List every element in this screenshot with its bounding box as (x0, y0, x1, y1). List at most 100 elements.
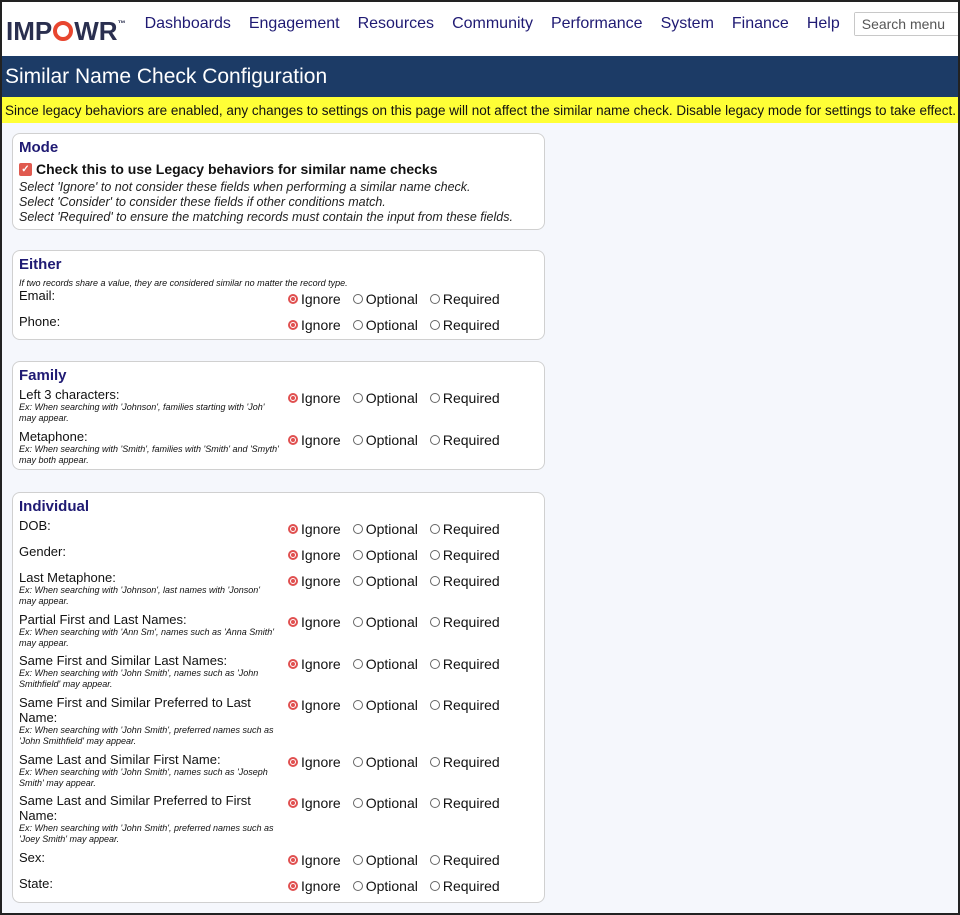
nav-resources[interactable]: Resources (358, 15, 434, 33)
radio-selected-icon[interactable] (288, 617, 298, 627)
radio-option-optional[interactable]: Optional (352, 852, 418, 868)
radio-option-required[interactable]: Required (429, 878, 500, 894)
radio-label: Optional (365, 878, 418, 894)
legacy-mode-checkbox[interactable]: ✓ (19, 162, 32, 176)
radio-unselected-icon[interactable] (352, 393, 363, 403)
radio-selected-icon[interactable] (288, 757, 298, 767)
radio-option-ignore[interactable]: Ignore (288, 878, 341, 894)
radio-option-optional[interactable]: Optional (352, 521, 418, 537)
radio-unselected-icon[interactable] (429, 550, 440, 560)
radio-option-optional[interactable]: Optional (352, 697, 418, 713)
radio-option-required[interactable]: Required (429, 656, 500, 672)
radio-option-required[interactable]: Required (429, 573, 500, 589)
radio-option-required[interactable]: Required (429, 291, 500, 307)
radio-selected-icon[interactable] (288, 393, 298, 403)
radio-selected-icon[interactable] (288, 294, 298, 304)
radio-unselected-icon[interactable] (429, 659, 440, 669)
nav-performance[interactable]: Performance (551, 15, 643, 33)
radio-option-ignore[interactable]: Ignore (288, 795, 341, 811)
radio-selected-icon[interactable] (288, 524, 298, 534)
radio-unselected-icon[interactable] (352, 659, 363, 669)
radio-option-optional[interactable]: Optional (352, 291, 418, 307)
radio-option-required[interactable]: Required (429, 614, 500, 630)
radio-unselected-icon[interactable] (429, 798, 440, 808)
radio-unselected-icon[interactable] (352, 550, 363, 560)
radio-unselected-icon[interactable] (429, 294, 440, 304)
radio-unselected-icon[interactable] (429, 320, 440, 330)
radio-unselected-icon[interactable] (429, 435, 440, 445)
radio-option-optional[interactable]: Optional (352, 390, 418, 406)
radio-option-ignore[interactable]: Ignore (288, 614, 341, 630)
radio-unselected-icon[interactable] (352, 320, 363, 330)
radio-unselected-icon[interactable] (352, 881, 363, 891)
radio-option-optional[interactable]: Optional (352, 547, 418, 563)
radio-option-required[interactable]: Required (429, 754, 500, 770)
radio-selected-icon[interactable] (288, 798, 298, 808)
nav-engagement[interactable]: Engagement (249, 15, 340, 33)
radio-option-ignore[interactable]: Ignore (288, 852, 341, 868)
radio-option-required[interactable]: Required (429, 390, 500, 406)
radio-option-optional[interactable]: Optional (352, 432, 418, 448)
legacy-mode-checkbox-row[interactable]: ✓ Check this to use Legacy behaviors for… (19, 161, 438, 177)
radio-option-ignore[interactable]: Ignore (288, 521, 341, 537)
radio-selected-icon[interactable] (288, 435, 298, 445)
radio-unselected-icon[interactable] (352, 798, 363, 808)
radio-option-optional[interactable]: Optional (352, 573, 418, 589)
radio-option-ignore[interactable]: Ignore (288, 390, 341, 406)
radio-option-ignore[interactable]: Ignore (288, 547, 341, 563)
radio-option-required[interactable]: Required (429, 317, 500, 333)
radio-option-required[interactable]: Required (429, 697, 500, 713)
radio-unselected-icon[interactable] (352, 435, 363, 445)
radio-unselected-icon[interactable] (352, 700, 363, 710)
radio-option-ignore[interactable]: Ignore (288, 697, 341, 713)
radio-unselected-icon[interactable] (352, 524, 363, 534)
radio-option-required[interactable]: Required (429, 795, 500, 811)
radio-option-ignore[interactable]: Ignore (288, 656, 341, 672)
radio-option-ignore[interactable]: Ignore (288, 291, 341, 307)
radio-selected-icon[interactable] (288, 659, 298, 669)
radio-unselected-icon[interactable] (352, 855, 363, 865)
radio-selected-icon[interactable] (288, 855, 298, 865)
radio-unselected-icon[interactable] (429, 757, 440, 767)
radio-unselected-icon[interactable] (352, 576, 363, 586)
radio-label: Required (442, 573, 500, 589)
nav-community[interactable]: Community (452, 15, 533, 33)
radio-unselected-icon[interactable] (429, 617, 440, 627)
impowr-logo[interactable]: IMP WR ™ (6, 16, 126, 47)
nav-system[interactable]: System (661, 15, 714, 33)
radio-option-ignore[interactable]: Ignore (288, 317, 341, 333)
nav-finance[interactable]: Finance (732, 15, 789, 33)
radio-selected-icon[interactable] (288, 881, 298, 891)
nav-dashboards[interactable]: Dashboards (145, 15, 231, 33)
radio-option-optional[interactable]: Optional (352, 795, 418, 811)
radio-unselected-icon[interactable] (429, 576, 440, 586)
radio-selected-icon[interactable] (288, 576, 298, 586)
radio-selected-icon[interactable] (288, 550, 298, 560)
radio-selected-icon[interactable] (288, 320, 298, 330)
radio-option-ignore[interactable]: Ignore (288, 754, 341, 770)
radio-label: Ignore (301, 878, 341, 894)
nav-help[interactable]: Help (807, 15, 840, 33)
radio-option-required[interactable]: Required (429, 432, 500, 448)
radio-option-ignore[interactable]: Ignore (288, 573, 341, 589)
radio-option-ignore[interactable]: Ignore (288, 432, 341, 448)
radio-option-optional[interactable]: Optional (352, 754, 418, 770)
radio-unselected-icon[interactable] (352, 617, 363, 627)
radio-selected-icon[interactable] (288, 700, 298, 710)
radio-unselected-icon[interactable] (429, 393, 440, 403)
radio-option-optional[interactable]: Optional (352, 614, 418, 630)
radio-unselected-icon[interactable] (352, 757, 363, 767)
radio-option-required[interactable]: Required (429, 547, 500, 563)
radio-option-required[interactable]: Required (429, 521, 500, 537)
radio-option-optional[interactable]: Optional (352, 656, 418, 672)
radio-option-optional[interactable]: Optional (352, 317, 418, 333)
radio-unselected-icon[interactable] (352, 294, 363, 304)
radio-option-optional[interactable]: Optional (352, 878, 418, 894)
radio-unselected-icon[interactable] (429, 855, 440, 865)
radio-unselected-icon[interactable] (429, 524, 440, 534)
logo-text-right: WR (74, 15, 118, 46)
radio-unselected-icon[interactable] (429, 881, 440, 891)
radio-unselected-icon[interactable] (429, 700, 440, 710)
radio-option-required[interactable]: Required (429, 852, 500, 868)
search-input[interactable] (854, 13, 960, 35)
